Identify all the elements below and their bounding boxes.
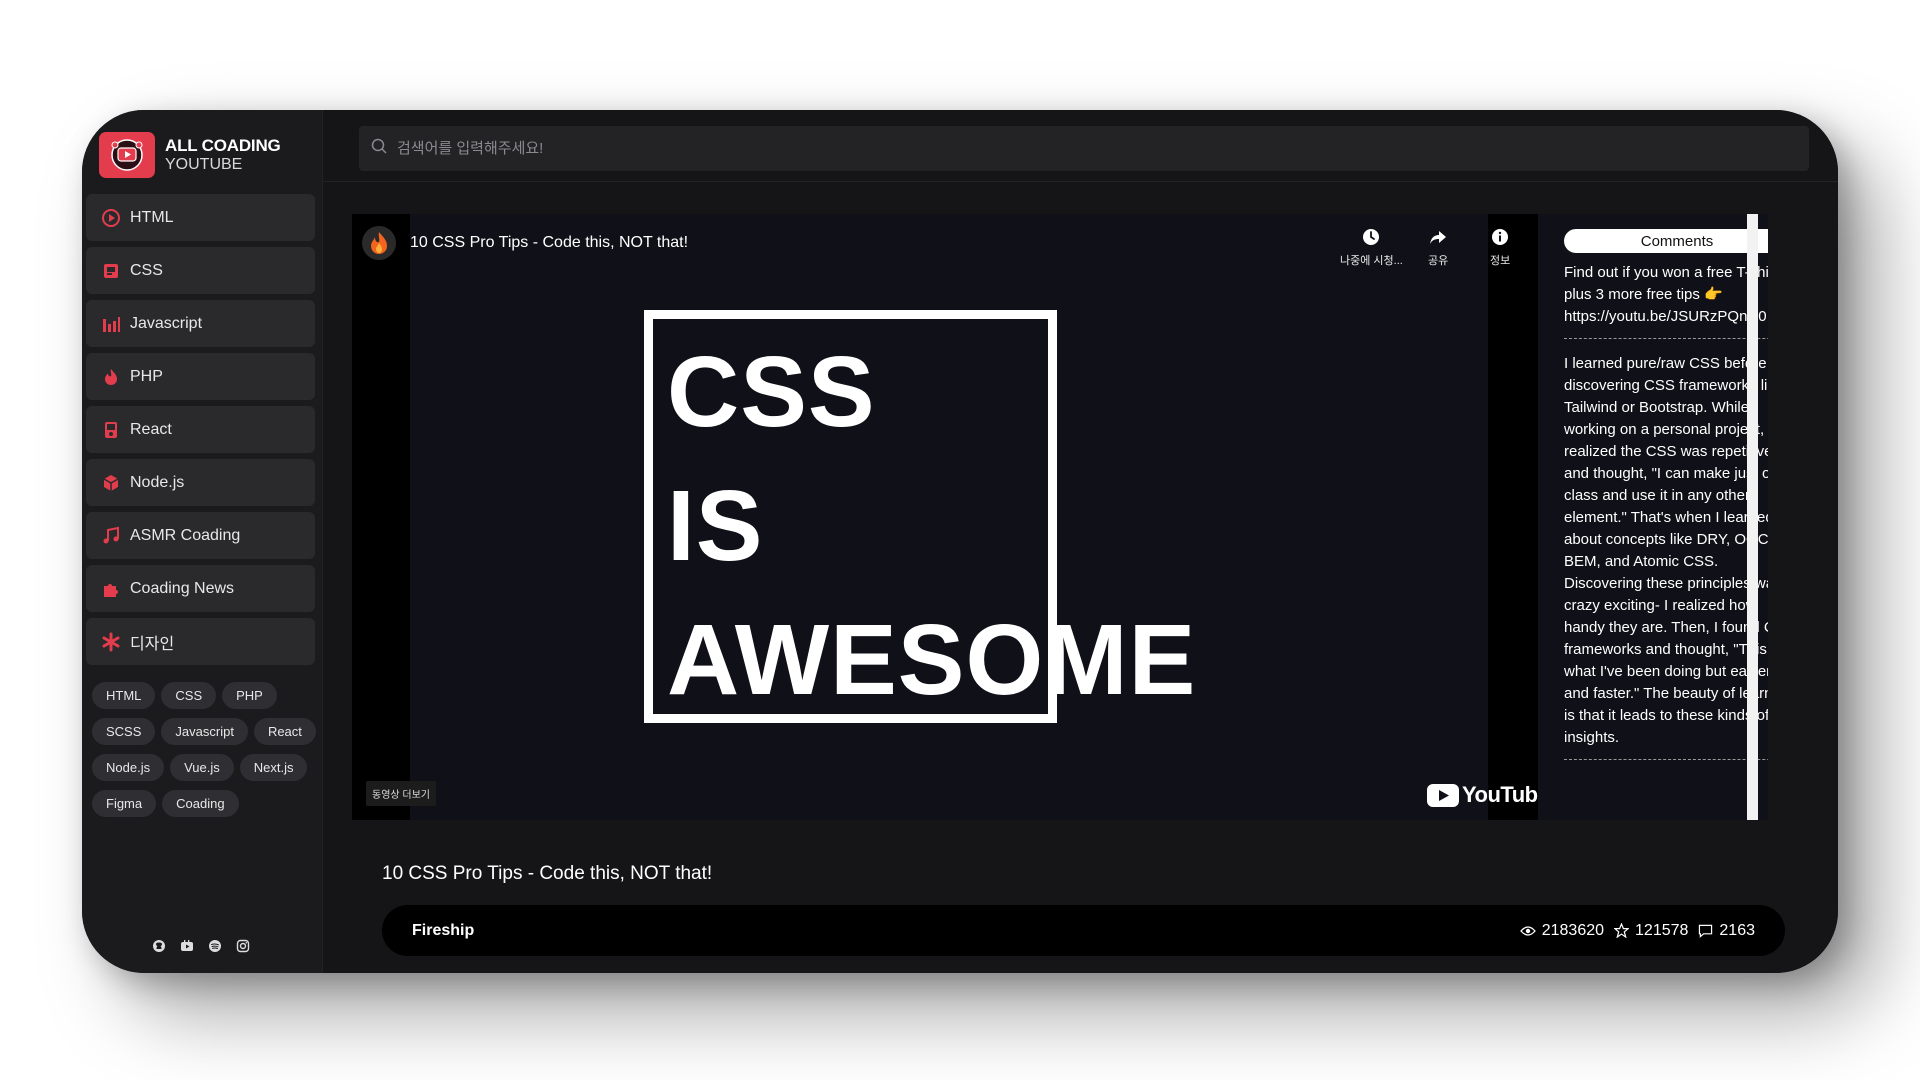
sidebar-item-asmr-coading[interactable]: ASMR Coading — [86, 512, 315, 559]
sidebar-menu: HTML CSS Javascript PHP React Node.js AS… — [86, 194, 315, 671]
comment-item: I learned pure/raw CSS before discoverin… — [1564, 353, 1768, 760]
sidebar-item-html[interactable]: HTML — [86, 194, 315, 241]
music-icon — [100, 525, 122, 547]
search-input[interactable] — [397, 140, 1777, 157]
youtube-wordmark: YouTube — [1462, 782, 1538, 807]
brand-title: ALL COADING — [165, 135, 281, 155]
info-icon — [1492, 229, 1509, 245]
tag-javascript[interactable]: Javascript — [161, 718, 248, 745]
sidebar-item-nodejs[interactable]: Node.js — [86, 459, 315, 506]
search-bar[interactable] — [359, 126, 1809, 171]
fire-icon — [371, 232, 387, 254]
app-window: ALL COADING YOUTUBE HTML CSS Javascript … — [82, 110, 1838, 973]
star-icon — [1614, 923, 1630, 938]
tag-react[interactable]: React — [253, 718, 316, 745]
player-left-band — [352, 214, 410, 820]
sidebar-item-coading-news[interactable]: Coading News — [86, 565, 315, 612]
sidebar-item-php[interactable]: PHP — [86, 353, 315, 400]
tag-coading[interactable]: Coading — [162, 790, 239, 817]
brand-subtitle: YOUTUBE — [165, 155, 243, 173]
brand[interactable]: ALL COADING YOUTUBE — [99, 130, 281, 180]
watch-later-label: 나중에 시청... — [1340, 255, 1403, 267]
tag-vuejs[interactable]: Vue.js — [170, 754, 234, 781]
github-icon[interactable] — [152, 939, 166, 953]
sidebar-item-css[interactable]: CSS — [86, 247, 315, 294]
sidebar-item-label: Javascript — [130, 314, 203, 332]
more-videos-button[interactable]: 동영상 더보기 — [366, 781, 436, 806]
asterisk-icon — [100, 631, 122, 653]
views-count: 2183620 — [1541, 921, 1605, 939]
video-player[interactable]: 10 CSS Pro Tips - Code this, NOT that! 나… — [352, 214, 1538, 820]
share-icon — [1430, 231, 1447, 244]
eye-icon — [1519, 925, 1536, 936]
comment-list: Find out if you won a free T-shirt, plus… — [1564, 262, 1768, 774]
thumbnail-text-line-1: CSS — [667, 336, 876, 448]
video-title: 10 CSS Pro Tips - Code this, NOT that! — [382, 863, 713, 884]
puzzle-icon — [100, 578, 122, 600]
share-button[interactable]: 공유 — [1428, 228, 1448, 268]
sidebar-item-label: PHP — [130, 367, 163, 385]
cube-icon — [100, 472, 122, 494]
sidebar-item-javascript[interactable]: Javascript — [86, 300, 315, 347]
play-circle-icon — [100, 207, 122, 229]
top-bar — [323, 110, 1838, 182]
comments-scrollbar[interactable] — [1747, 214, 1758, 820]
thumbnail-text-line-2: IS — [667, 470, 764, 582]
tag-scss[interactable]: SCSS — [92, 718, 156, 745]
comments-header[interactable]: Comments — [1564, 229, 1768, 253]
info-label: 정보 — [1490, 255, 1511, 267]
views-stat: 2183620 — [1519, 921, 1605, 940]
sidebar-item-label: ASMR Coading — [130, 526, 241, 544]
comments-count: 2163 — [1719, 921, 1755, 939]
css-box-icon — [100, 260, 122, 282]
comment-item: Find out if you won a free T-shirt, plus… — [1564, 262, 1768, 339]
search-icon — [371, 138, 387, 159]
info-button[interactable]: 정보 — [1490, 228, 1510, 268]
player-video-title[interactable]: 10 CSS Pro Tips - Code this, NOT that! — [410, 234, 688, 252]
tag-nodejs[interactable]: Node.js — [92, 754, 165, 781]
main-content: 10 CSS Pro Tips - Code this, NOT that! 나… — [322, 110, 1838, 973]
device-icon — [100, 419, 122, 441]
sidebar-item-label: CSS — [130, 261, 163, 279]
video-info-bar: Fireship 2183620 121578 2163 — [382, 905, 1785, 956]
tag-php[interactable]: PHP — [222, 682, 277, 709]
tag-css[interactable]: CSS — [161, 682, 217, 709]
sidebar-item-label: 디자인 — [130, 635, 175, 653]
channel-name[interactable]: Fireship — [412, 922, 474, 940]
tag-list: HTML CSS PHP SCSS Javascript React Node.… — [92, 682, 322, 817]
youtube-icon[interactable] — [180, 939, 194, 953]
bar-chart-icon — [100, 313, 122, 335]
channel-avatar[interactable] — [362, 226, 396, 260]
brand-logo-icon — [99, 132, 155, 178]
youtube-logo[interactable]: YouTube — [1427, 782, 1538, 808]
share-label: 공유 — [1428, 255, 1449, 267]
social-links — [152, 939, 250, 953]
video-stats: 2183620 121578 2163 — [1519, 921, 1755, 940]
watch-later-button[interactable]: 나중에 시청... — [1340, 228, 1403, 268]
sidebar-item-label: HTML — [130, 208, 174, 226]
tag-nextjs[interactable]: Next.js — [239, 754, 308, 781]
sidebar-item-design[interactable]: 디자인 — [86, 618, 315, 665]
spotify-icon[interactable] — [208, 939, 222, 953]
sidebar-item-label: Node.js — [130, 473, 185, 491]
likes-count: 121578 — [1635, 921, 1689, 939]
comment-icon — [1699, 924, 1713, 938]
clock-icon — [1363, 229, 1380, 245]
instagram-icon[interactable] — [236, 939, 250, 953]
comments-panel: Comments Find out if you won a free T-sh… — [1538, 214, 1768, 820]
tag-figma[interactable]: Figma — [92, 790, 157, 817]
sidebar-item-react[interactable]: React — [86, 406, 315, 453]
thumbnail-text-line-3: AWESOME — [667, 604, 1197, 716]
player-right-band — [1488, 214, 1538, 820]
youtube-play-icon — [1427, 783, 1459, 807]
sidebar-item-label: React — [130, 420, 172, 438]
sidebar: ALL COADING YOUTUBE HTML CSS Javascript … — [82, 110, 322, 973]
sidebar-item-label: Coading News — [130, 579, 235, 597]
likes-stat: 121578 — [1614, 922, 1688, 940]
comments-stat: 2163 — [1698, 922, 1755, 940]
flame-icon — [100, 366, 122, 388]
tag-html[interactable]: HTML — [92, 682, 156, 709]
